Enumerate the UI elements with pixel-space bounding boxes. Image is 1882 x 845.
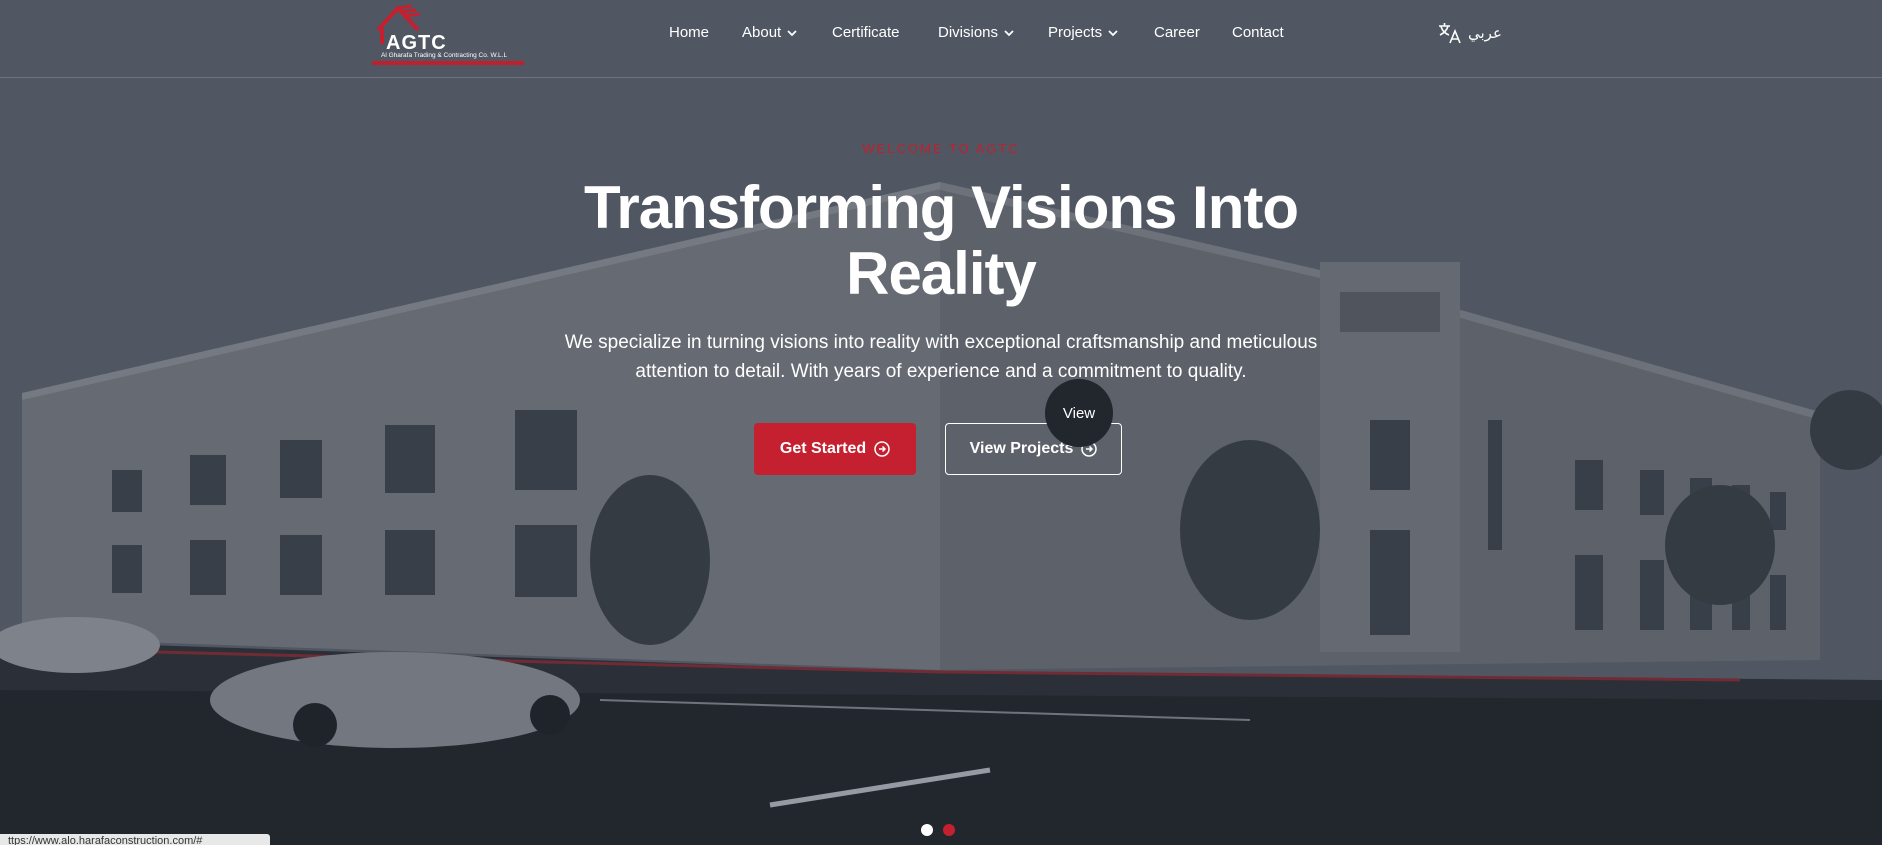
slider-pagination: [921, 824, 955, 836]
slider-dot-1[interactable]: [921, 824, 933, 836]
language-switcher[interactable]: عربي: [1438, 22, 1502, 44]
browser-status-url: ttps://www.alo.harafaconstruction.com/#: [0, 834, 270, 845]
nav-item-label: Certificate: [832, 24, 900, 41]
chevron-down-icon: [1108, 29, 1118, 36]
nav-item-certificate[interactable]: Certificate: [832, 24, 900, 41]
logo-tagline: Al Gharafa Trading & Contracting Co. W.L…: [381, 52, 508, 59]
main-nav: Home About Certificate Divisions Project…: [0, 24, 1882, 44]
nav-item-label: About: [742, 24, 782, 41]
hero-title: Transforming Visions Into Reality: [584, 174, 1299, 307]
hero-section: AGTC Al Gharafa Trading & Contracting Co…: [0, 0, 1882, 845]
nav-item-label: Career: [1154, 24, 1200, 41]
hero-background-image: [0, 0, 1882, 845]
hero-eyebrow: WELCOME TO AGTC: [862, 141, 1020, 156]
nav-item-label: Contact: [1232, 24, 1284, 41]
cursor-view-bubble: View: [1045, 379, 1113, 447]
nav-item-about[interactable]: About: [742, 24, 797, 41]
get-started-label: Get Started: [779, 440, 867, 457]
translate-icon: [1439, 23, 1461, 44]
chevron-down-icon: [1004, 29, 1014, 36]
nav-item-career[interactable]: Career: [1154, 24, 1200, 41]
nav-item-label: Divisions: [938, 24, 999, 41]
arrow-right-circle-icon: [874, 441, 890, 457]
nav-item-label: Home: [669, 24, 710, 41]
language-label: عربي: [1468, 25, 1502, 42]
slider-dot-2[interactable]: [943, 824, 955, 836]
logo-underline: [372, 61, 524, 65]
nav-item-divisions[interactable]: Divisions: [938, 24, 1014, 41]
site-header: AGTC Al Gharafa Trading & Contracting Co…: [0, 0, 1882, 78]
nav-item-contact[interactable]: Contact: [1232, 24, 1284, 41]
cursor-view-label: View: [1062, 404, 1096, 422]
hero-description: We specialize in turning visions into re…: [564, 332, 1318, 382]
nav-item-label: Projects: [1048, 24, 1103, 41]
nav-item-home[interactable]: Home: [669, 24, 709, 41]
get-started-button[interactable]: Get Started: [754, 423, 916, 475]
view-projects-label: View Projects: [969, 440, 1074, 457]
chevron-down-icon: [787, 29, 797, 36]
nav-item-projects[interactable]: Projects: [1048, 24, 1118, 41]
